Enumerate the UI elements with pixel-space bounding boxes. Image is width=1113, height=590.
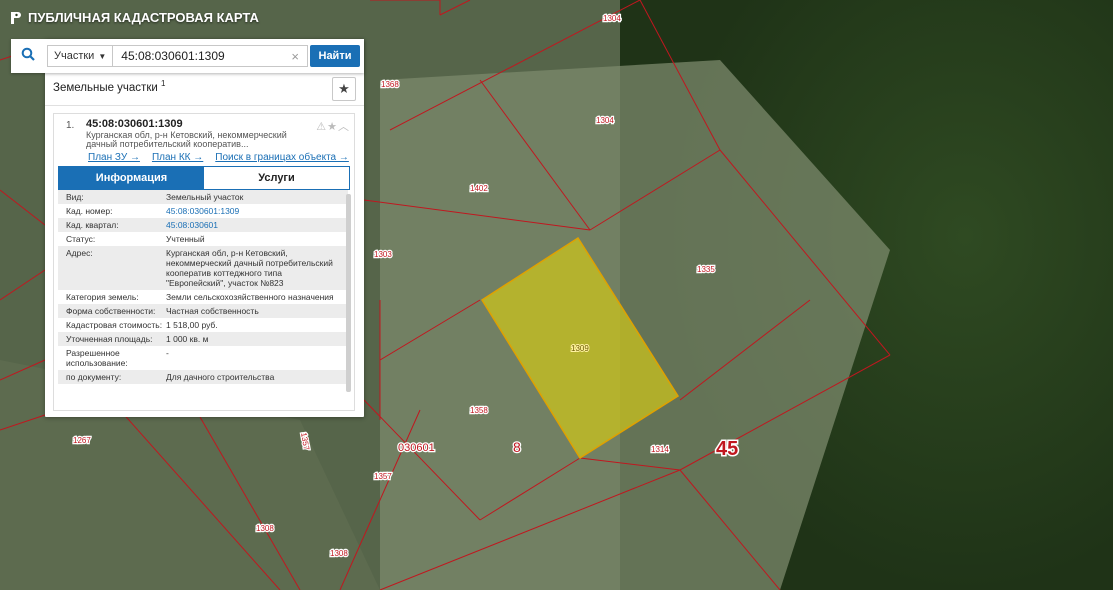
app-header: ПУБЛИЧНАЯ КАДАСТРОВАЯ КАРТА	[10, 10, 259, 25]
parcel-label: 1368	[381, 80, 399, 89]
link-plan-zu[interactable]: План ЗУ →	[88, 152, 140, 163]
attribute-row: Адрес: Курганская обл, р-н Кетовский, нек…	[58, 246, 348, 290]
attribute-value: Земли сельскохозяйственного назначения	[166, 292, 334, 302]
link-plan-kk[interactable]: План КК →	[152, 152, 203, 163]
result-links: План ЗУ → План КК → Поиск в границах объ…	[88, 152, 349, 163]
attribute-key: Адрес:	[66, 248, 93, 258]
chevron-up-icon[interactable]: ︿	[338, 121, 350, 133]
warning-icon[interactable]: ⚠	[316, 121, 327, 133]
parcel-label: 1358	[470, 406, 488, 415]
attribute-value: 1 000 кв. м	[166, 334, 209, 344]
attribute-row: Кадастровая стоимость: 1 518,00 руб.	[58, 318, 348, 332]
card-actions: ⚠★︿	[316, 118, 350, 134]
divider	[45, 105, 364, 106]
results-count: 1	[160, 79, 166, 88]
search-panel: Участки ▼ 45:08:030601:1309 × Найти Земе…	[11, 39, 364, 417]
quarter-label: 030601	[398, 442, 435, 454]
result-address: Курганская обл, р-н Кетовский, некоммерч…	[86, 130, 287, 149]
logo-icon	[11, 11, 21, 24]
star-outline-icon[interactable]: ★	[327, 121, 338, 133]
results-title-text: Земельные участки	[53, 81, 158, 94]
parcel-label: 1335	[697, 265, 715, 274]
attribute-key: Кад. номер:	[66, 206, 113, 216]
attribute-value: Частная собственность	[166, 306, 259, 316]
attribute-key: Категория земель:	[66, 292, 139, 302]
attribute-key: Вид:	[66, 192, 84, 202]
parcel-label: 1357	[374, 472, 392, 481]
parcel-label: 1308	[330, 549, 348, 558]
attribute-row: по документу: Для дачного строительства	[58, 370, 348, 384]
attribute-key: Статус:	[66, 234, 96, 244]
attribute-value-link[interactable]: 45:08:030601	[166, 220, 348, 230]
tab-information[interactable]: Информация	[59, 167, 204, 189]
object-type-value: Участки	[54, 50, 95, 62]
link-search-in-bounds[interactable]: Поиск в границах объекта →	[215, 152, 349, 163]
chevron-down-icon: ▼	[98, 51, 107, 61]
parcel-label: 1303	[374, 250, 392, 259]
attributes-table: Вид: Земельный участок Кад. номер: 45:08:0…	[58, 190, 348, 406]
clear-icon[interactable]: ×	[291, 49, 299, 64]
attribute-key: Кад. квартал:	[66, 220, 119, 230]
attribute-value: Земельный участок	[166, 192, 244, 202]
result-index: 1.	[66, 120, 75, 131]
attribute-value-link[interactable]: 45:08:030601:1309	[166, 206, 348, 216]
parcel-label-selected: 1309	[571, 344, 589, 353]
attribute-value: -	[166, 348, 169, 358]
parcel-label: 1304	[596, 116, 614, 125]
attribute-value: 1 518,00 руб.	[166, 320, 218, 330]
attribute-value: Для дачного строительства	[166, 372, 275, 382]
search-query: 45:08:030601:1309	[121, 49, 225, 63]
search-bar: Участки ▼ 45:08:030601:1309 × Найти	[11, 39, 364, 73]
district-label: 8	[513, 439, 521, 455]
star-icon: ★	[338, 81, 350, 96]
attribute-row: Форма собственности: Частная собственност…	[58, 304, 348, 318]
results-title: Земельные участки 1	[53, 79, 165, 94]
parcel-label: 1267	[73, 436, 91, 445]
attribute-key: по документу:	[66, 372, 122, 382]
result-cad-number[interactable]: 45:08:030601:1309	[86, 118, 183, 130]
attribute-row: Кад. номер: 45:08:030601:1309	[58, 204, 348, 218]
scrollbar[interactable]	[346, 194, 351, 392]
region-label: 45	[716, 438, 738, 460]
attribute-key: Уточненная площадь:	[66, 334, 153, 344]
attribute-value: Курганская обл, р-н Кетовский, некоммерч…	[166, 248, 333, 288]
attribute-key: Кадастровая стоимость:	[66, 320, 163, 330]
tab-services[interactable]: Услуги	[204, 167, 349, 189]
info-tabs: Информация Услуги	[58, 166, 350, 190]
parcel-label: 1402	[470, 184, 488, 193]
parcel-label: 1308	[256, 524, 274, 533]
app-title: ПУБЛИЧНАЯ КАДАСТРОВАЯ КАРТА	[28, 10, 259, 25]
attribute-key: Форма собственности:	[66, 306, 156, 316]
attribute-row: Вид: Земельный участок	[58, 190, 348, 204]
parcel-label: 1314	[651, 445, 669, 454]
search-icon[interactable]	[11, 47, 45, 66]
result-card: 1. 45:08:030601:1309 Курганская обл, р-н…	[53, 113, 355, 411]
attribute-row: Кад. квартал: 45:08:030601	[58, 218, 348, 232]
attribute-key: Разрешенное использование:	[66, 348, 128, 368]
find-button[interactable]: Найти	[310, 45, 360, 67]
parcel-label: 1304	[603, 14, 621, 23]
attribute-value: Учтенный	[166, 234, 205, 244]
attribute-row: Уточненная площадь: 1 000 кв. м	[58, 332, 348, 346]
attribute-row: Категория земель: Земли сельскохозяйствен…	[58, 290, 348, 304]
object-type-select[interactable]: Участки ▼	[47, 45, 114, 67]
favorites-button[interactable]: ★	[332, 77, 356, 101]
attribute-row: Разрешенное использование: -	[58, 346, 348, 370]
search-input[interactable]: 45:08:030601:1309 ×	[113, 45, 308, 67]
attribute-row: Статус: Учтенный	[58, 232, 348, 246]
